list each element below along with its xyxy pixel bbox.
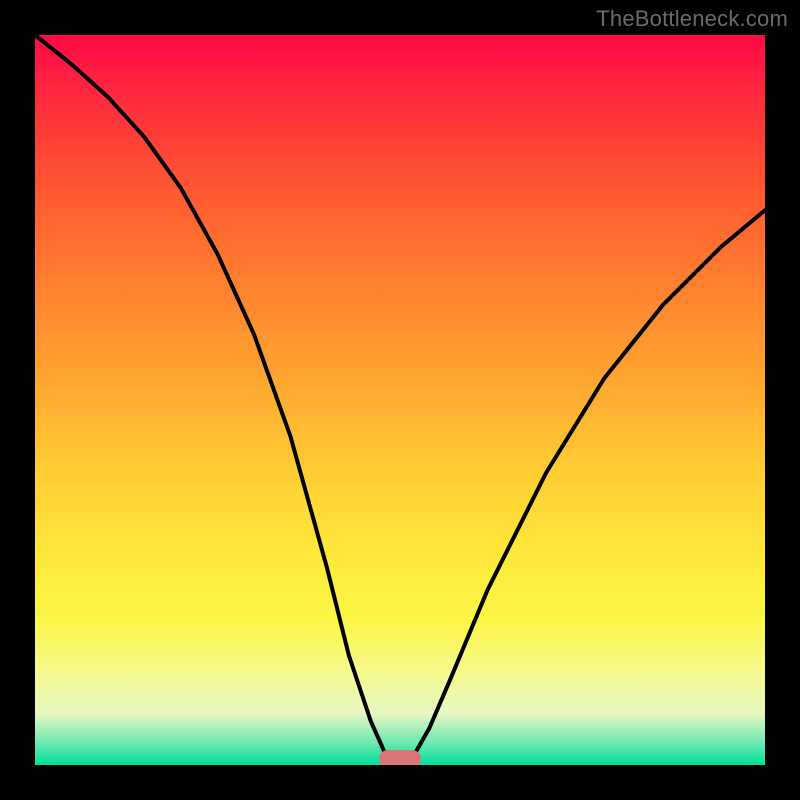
optimum-marker — [379, 750, 421, 765]
bottleneck-curve — [35, 35, 765, 761]
curve-svg — [35, 35, 765, 765]
watermark-text: TheBottleneck.com — [596, 6, 788, 32]
chart-frame: TheBottleneck.com — [0, 0, 800, 800]
plot-area — [35, 35, 765, 765]
